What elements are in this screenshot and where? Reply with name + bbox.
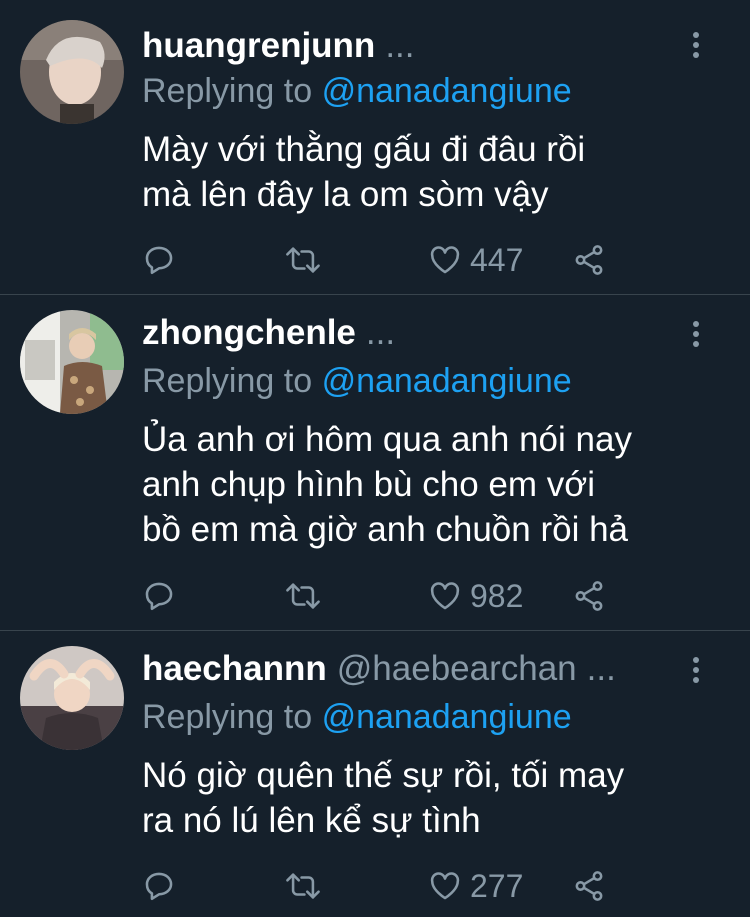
mention-link[interactable]: @nanadangiune [322,72,572,110]
retweet-icon [286,583,320,609]
reply-icon [145,872,173,901]
more-vertical-icon[interactable] [688,30,704,60]
replying-to-line: Replying to @nanadangiune [142,72,572,111]
like-button[interactable]: 447 [428,240,523,280]
username-handle[interactable]: @haebearchan [337,649,577,688]
replying-to-line: Replying to @nanadangiune [142,698,572,737]
action-bar: 447 [142,240,612,280]
tweet-text: Nó giờ quên thế sự rồi, tối may ra nó lú… [142,756,625,840]
tweet-2[interactable]: zhongchenle... Replying to @nanadangiune… [0,295,750,629]
action-bar: 277 [142,866,612,906]
share-button[interactable] [572,576,606,616]
share-icon [575,871,603,901]
like-count: 277 [470,867,524,904]
replying-prefix: Replying to [142,698,313,736]
share-icon [575,581,603,611]
header-ellipsis: ... [365,313,396,352]
tweet-3[interactable]: haechannn @haebearchan... Replying to @na… [0,631,750,917]
tweet-header: huangrenjunn... [142,26,415,66]
mention-link[interactable]: @nanadangiune [322,698,572,736]
action-bar: 982 [142,576,612,616]
avatar-huangrenjunn[interactable] [20,20,124,124]
heart-icon [430,582,460,610]
retweet-button[interactable] [284,240,322,280]
like-count: 982 [470,577,524,614]
display-name[interactable]: zhongchenle [142,313,356,352]
tweet-text: Ủa anh ơi hôm qua anh nói nay anh chụp h… [142,420,632,549]
like-button[interactable]: 277 [428,866,523,906]
heart-icon [430,872,460,900]
share-button[interactable] [572,240,606,280]
reply-button[interactable] [142,240,176,280]
replying-prefix: Replying to [142,362,313,400]
replying-to-line: Replying to @nanadangiune [142,362,572,401]
avatar-zhongchenle[interactable] [20,310,124,414]
share-icon [575,245,603,275]
header-ellipsis: ... [385,26,415,65]
avatar-haechannn[interactable] [20,646,124,750]
retweet-button[interactable] [284,866,322,906]
tweet-header: zhongchenle... [142,313,395,353]
tweet-header: haechannn @haebearchan... [142,649,616,689]
reply-button[interactable] [142,576,176,616]
tweet-text: Mày với thằng gấu đi đâu rồi mà lên đây … [142,130,586,214]
like-button[interactable]: 982 [428,576,523,616]
retweet-icon [286,873,320,899]
mention-link[interactable]: @nanadangiune [322,362,572,400]
reply-icon [145,582,173,611]
reply-button[interactable] [142,866,176,906]
retweet-icon [286,247,320,273]
more-vertical-icon[interactable] [688,655,704,685]
display-name[interactable]: huangrenjunn [142,26,375,65]
share-button[interactable] [572,866,606,906]
tweet-1[interactable]: huangrenjunn... Replying to @nanadangiun… [0,0,750,294]
replying-prefix: Replying to [142,72,313,110]
header-ellipsis: ... [586,649,616,688]
reply-icon [145,246,173,275]
display-name[interactable]: haechannn [142,649,327,688]
heart-icon [430,246,460,274]
more-vertical-icon[interactable] [688,319,704,349]
retweet-button[interactable] [284,576,322,616]
like-count: 447 [470,241,524,278]
